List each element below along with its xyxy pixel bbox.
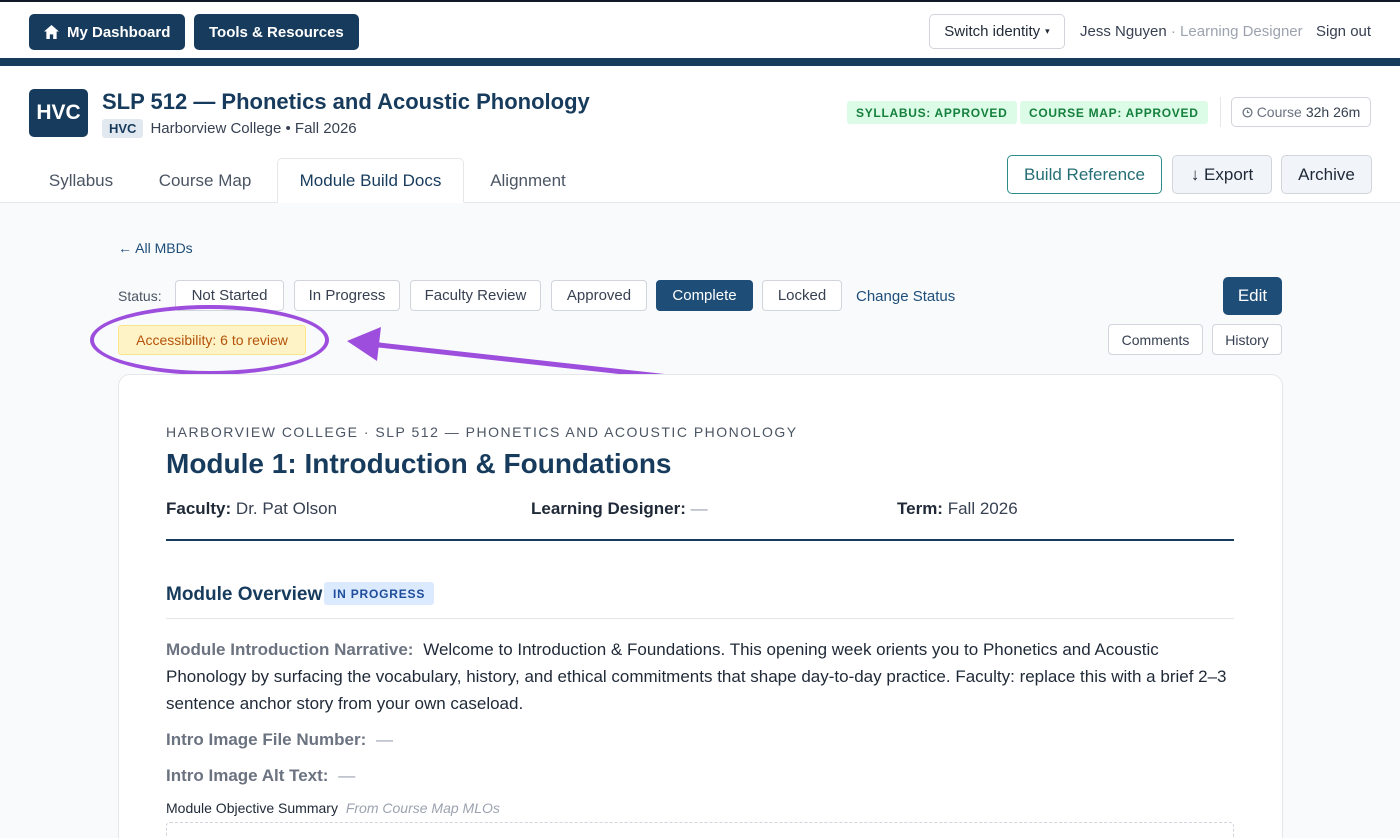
institution-logo: HVC bbox=[29, 89, 88, 137]
hours-label: Course bbox=[1256, 104, 1302, 120]
term-field: Term: Fall 2026 bbox=[897, 499, 1018, 519]
narrative-label: Module Introduction Narrative: bbox=[166, 640, 414, 659]
document-eyebrow: HARBORVIEW COLLEGE · SLP 512 — PHONETICS… bbox=[166, 424, 798, 440]
caret-down-icon: ▾ bbox=[1045, 26, 1050, 36]
institution-term: Harborview College • Fall 2026 bbox=[150, 120, 357, 137]
term-label: Term: bbox=[897, 499, 943, 518]
status-complete-button[interactable]: Complete bbox=[656, 280, 753, 311]
module-overview-heading: Module Overview bbox=[166, 584, 323, 605]
back-to-all-mbds-link[interactable]: ← All MBDs bbox=[118, 240, 193, 256]
section-status-badge: IN PROGRESS bbox=[324, 582, 435, 605]
tab-syllabus[interactable]: Syllabus bbox=[29, 158, 133, 203]
learning-designer-field: Learning Designer: — bbox=[531, 499, 708, 519]
home-icon bbox=[44, 25, 59, 39]
term-value: Fall 2026 bbox=[947, 499, 1018, 518]
tab-module-build-docs[interactable]: Module Build Docs bbox=[277, 158, 464, 203]
course-hours: Course 32h 26m bbox=[1231, 97, 1371, 127]
tab-alignment[interactable]: Alignment bbox=[470, 158, 586, 203]
faculty-label: Faculty: bbox=[166, 499, 232, 518]
user-name: Jess Nguyen bbox=[1080, 23, 1167, 40]
comments-button[interactable]: Comments bbox=[1108, 324, 1203, 355]
hours-value: 32h 26m bbox=[1305, 104, 1361, 120]
tools-resources-button[interactable]: Tools & Resources bbox=[194, 14, 359, 50]
learning-designer-value: — bbox=[690, 499, 708, 518]
module-title: Module 1: Introduction & Foundations bbox=[166, 448, 672, 479]
intro-image-file-number-field: Intro Image File Number: — bbox=[166, 730, 393, 750]
build-reference-button[interactable]: Build Reference bbox=[1007, 155, 1162, 194]
document-header-rule bbox=[166, 539, 1234, 541]
intro-image-file-number-value: — bbox=[375, 730, 393, 749]
status-approved-button[interactable]: Approved bbox=[551, 280, 647, 311]
faculty-value: Dr. Pat Olson bbox=[235, 499, 338, 518]
module-introduction-narrative: Module Introduction Narrative: Welcome t… bbox=[166, 636, 1236, 717]
clock-icon bbox=[1242, 106, 1253, 118]
header-divider bbox=[1220, 97, 1221, 127]
history-button[interactable]: History bbox=[1212, 324, 1282, 355]
learning-designer-label: Learning Designer: bbox=[531, 499, 686, 518]
switch-identity-dropdown[interactable]: Switch identity ▾ bbox=[929, 14, 1065, 49]
sign-out-link[interactable]: Sign out bbox=[1316, 23, 1371, 40]
user-role: · Learning Designer bbox=[1170, 23, 1303, 40]
tools-resources-label: Tools & Resources bbox=[209, 23, 344, 41]
my-dashboard-button[interactable]: My Dashboard bbox=[29, 14, 186, 50]
objective-summary-source: From Course Map MLOs bbox=[345, 800, 500, 816]
intro-image-alt-text-label: Intro Image Alt Text: bbox=[166, 766, 329, 785]
syllabus-status-badge: SYLLABUS: APPROVED bbox=[847, 101, 1017, 124]
top-bar: My Dashboard Tools & Resources Switch id… bbox=[0, 0, 1400, 60]
status-in-progress-button[interactable]: In Progress bbox=[294, 280, 400, 311]
switch-identity-label: Switch identity bbox=[944, 23, 1041, 40]
tab-course-map[interactable]: Course Map bbox=[139, 158, 271, 203]
faculty-field: Faculty: Dr. Pat Olson bbox=[166, 499, 337, 519]
annotation-highlight-ring bbox=[90, 305, 329, 375]
edit-button[interactable]: Edit bbox=[1223, 277, 1282, 315]
intro-image-alt-text-field: Intro Image Alt Text: — bbox=[166, 766, 355, 786]
course-title: SLP 512 — Phonetics and Acoustic Phonolo… bbox=[102, 89, 590, 114]
export-button[interactable]: ↓ Export bbox=[1172, 155, 1272, 194]
current-user: Jess Nguyen · Learning Designer bbox=[1080, 23, 1303, 40]
status-locked-button[interactable]: Locked bbox=[762, 280, 842, 311]
objective-summary-label: Module Objective Summary bbox=[166, 800, 338, 816]
course-header: HVC SLP 512 — Phonetics and Acoustic Pho… bbox=[0, 66, 1400, 203]
change-status-link[interactable]: Change Status bbox=[856, 288, 955, 305]
course-meta: HVC Harborview College • Fall 2026 bbox=[102, 119, 357, 138]
archive-button[interactable]: Archive bbox=[1281, 155, 1372, 194]
section-rule bbox=[166, 618, 1234, 619]
header-divider-band bbox=[0, 58, 1400, 66]
status-faculty-review-button[interactable]: Faculty Review bbox=[410, 280, 541, 311]
institution-tag: HVC bbox=[102, 119, 144, 138]
course-map-status-badge: COURSE MAP: APPROVED bbox=[1020, 101, 1208, 124]
my-dashboard-label: My Dashboard bbox=[67, 23, 171, 41]
module-objective-summary: Module Objective Summary From Course Map… bbox=[166, 800, 500, 816]
intro-image-file-number-label: Intro Image File Number: bbox=[166, 730, 367, 749]
status-label: Status: bbox=[118, 288, 162, 304]
intro-image-alt-text-value: — bbox=[338, 766, 356, 785]
objective-summary-placeholder bbox=[166, 822, 1234, 838]
